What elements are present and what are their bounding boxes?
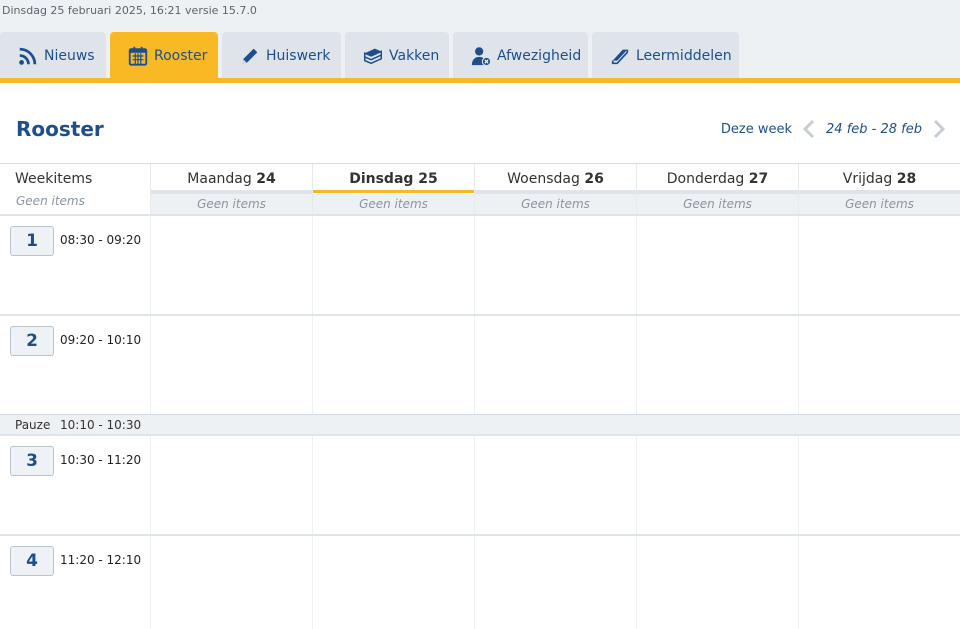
tab-label: Nieuws [44,47,95,64]
schedule-cell[interactable] [798,436,960,534]
period-row: 4 11:20 - 12:10 [0,534,960,629]
version-text: Dinsdag 25 februari 2025, 16:21 versie 1… [2,4,257,17]
top-bar: Dinsdag 25 februari 2025, 16:21 versie 1… [0,0,960,83]
schedule-cell[interactable] [150,436,312,534]
tab-huiswerk[interactable]: Huiswerk [222,32,341,79]
schedule-cell[interactable] [636,316,798,414]
day-header-thursday[interactable]: Donderdag 27 Geen items [636,164,798,215]
schedule-cell[interactable] [474,216,636,314]
period-time: 09:20 - 10:10 [60,333,142,347]
tab-label: Afwezigheid [497,47,582,64]
tab-vakken[interactable]: Vakken [345,32,449,79]
day-name: Vrijdag 28 [842,171,917,187]
period-number: 4 [10,546,54,576]
period-number: 1 [10,226,54,256]
page-header: Rooster Deze week 24 feb - 28 feb [0,83,960,163]
week-range: 24 feb - 28 feb [826,121,922,137]
day-empty: Geen items [475,194,636,214]
period-number: 3 [10,446,54,476]
weekitems-label: Weekitems [15,171,93,187]
day-bar [313,190,474,193]
tab-leermiddelen[interactable]: Leermiddelen [592,32,739,79]
break-row: Pauze 10:10 - 10:30 [0,414,960,434]
break-label: Pauze [15,418,51,432]
tab-label: Huiswerk [266,47,331,64]
rss-icon [16,44,40,68]
day-header-friday[interactable]: Vrijdag 28 Geen items [798,164,960,215]
day-empty: Geen items [637,194,798,214]
page-title: Rooster [16,117,104,141]
books-icon [361,44,385,68]
schedule-cell[interactable] [312,216,474,314]
period-number: 2 [10,326,54,356]
period-row: 2 09:20 - 10:10 [0,314,960,414]
pencil-icon [238,44,262,68]
day-name: Maandag 24 [187,171,276,187]
period-time: 08:30 - 09:20 [60,233,142,247]
tab-rooster[interactable]: Rooster [110,32,218,79]
book-icon [608,44,632,68]
weekitems-empty: Geen items [16,194,85,208]
schedule-cell[interactable] [636,536,798,629]
day-empty: Geen items [313,194,474,214]
tab-label: Leermiddelen [636,47,732,64]
schedule-cell[interactable] [150,316,312,414]
calendar-icon [126,44,150,68]
period-time: 10:30 - 11:20 [60,453,142,467]
day-header-tuesday[interactable]: Dinsdag 25 Geen items [312,164,474,215]
user-absent-icon [469,44,493,68]
week-navigation: Deze week 24 feb - 28 feb [721,117,948,141]
schedule-cell[interactable] [474,316,636,414]
break-time: 10:10 - 10:30 [60,418,142,432]
day-header-wednesday[interactable]: Woensdag 26 Geen items [474,164,636,215]
day-empty: Geen items [151,194,312,214]
schedule-cell[interactable] [150,216,312,314]
this-week-link[interactable]: Deze week [721,122,792,137]
schedule-cell[interactable] [474,536,636,629]
schedule-cell[interactable] [798,216,960,314]
tab-nieuws[interactable]: Nieuws [0,32,106,79]
day-name: Woensdag 26 [507,171,604,187]
tab-label: Vakken [389,47,440,64]
day-name: Donderdag 27 [666,171,769,187]
schedule-cell[interactable] [636,216,798,314]
day-empty: Geen items [799,194,960,214]
schedule-cell[interactable] [798,536,960,629]
period-row: 1 08:30 - 09:20 [0,214,960,314]
period-row: 3 10:30 - 11:20 [0,434,960,534]
schedule-cell[interactable] [312,536,474,629]
schedule-grid: Weekitems Geen items Maandag 24 Geen ite… [0,163,960,629]
day-header-monday[interactable]: Maandag 24 Geen items [150,164,312,215]
schedule-cell[interactable] [312,316,474,414]
day-name: Dinsdag 25 [349,171,438,187]
schedule-cell[interactable] [150,536,312,629]
schedule-cell[interactable] [636,436,798,534]
tab-label: Rooster [154,47,208,64]
tab-afwezigheid[interactable]: Afwezigheid [453,32,588,79]
schedule-cell[interactable] [474,436,636,534]
chevron-right-icon[interactable] [930,117,948,141]
schedule-cell[interactable] [312,436,474,534]
chevron-left-icon[interactable] [800,117,818,141]
schedule-cell[interactable] [798,316,960,414]
weekitems-header: Weekitems Geen items [0,164,150,215]
period-time: 11:20 - 12:10 [60,553,142,567]
